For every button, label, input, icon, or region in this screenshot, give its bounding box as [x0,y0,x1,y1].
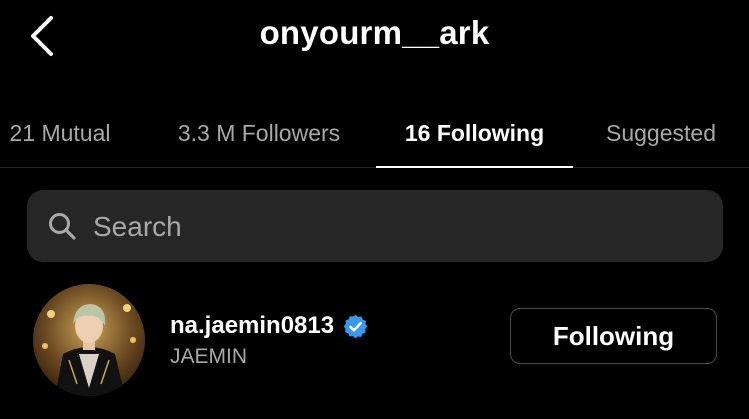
tab-following[interactable]: 16 Following [376,100,573,166]
tab-mutual[interactable]: 21 Mutual [0,100,120,166]
full-name: JAEMIN [170,345,248,368]
verified-badge-icon [343,314,368,338]
search-input[interactable] [91,190,709,264]
avatar[interactable] [33,284,145,396]
active-tab-indicator [376,166,573,168]
top-bar: onyourm__ark [0,0,749,76]
avatar-image [33,284,145,396]
search-icon [49,213,76,240]
username-link[interactable]: na.jaemin0813 [170,312,369,340]
tab-suggested[interactable]: Suggested [590,100,732,166]
search-bar[interactable] [27,190,723,264]
page-title: onyourm__ark [259,14,490,51]
following-button[interactable]: Following [510,308,717,364]
list-item[interactable]: na.jaemin0813 JAEMIN Following [0,282,749,396]
tab-followers[interactable]: 3.3 M Followers [158,100,360,166]
tab-divider [0,167,749,168]
username-text: na.jaemin0813 [170,312,335,339]
tab-bar: 21 Mutual 3.3 M Followers 16 Following S… [0,100,749,168]
